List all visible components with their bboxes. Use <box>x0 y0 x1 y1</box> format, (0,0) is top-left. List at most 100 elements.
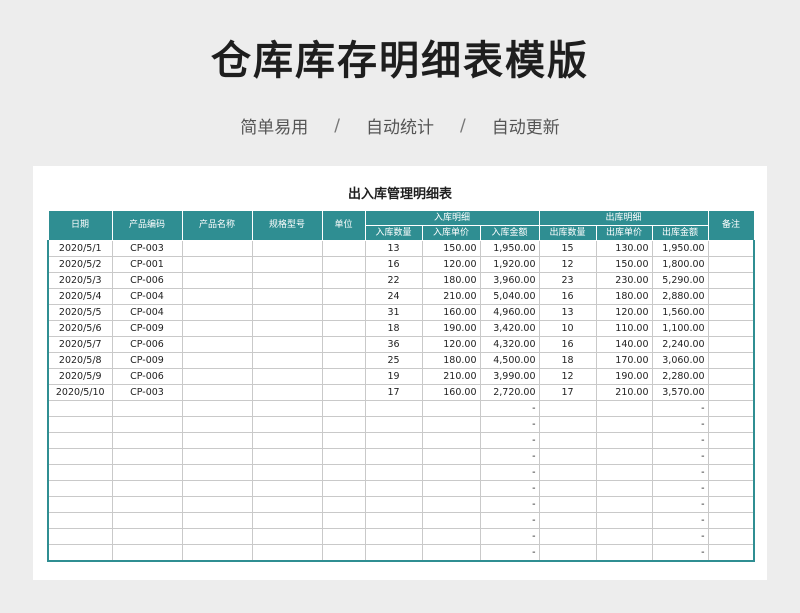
cell-product-code[interactable]: CP-009 <box>111 320 183 337</box>
cell-remark[interactable] <box>707 480 756 497</box>
cell-in-price[interactable] <box>421 544 481 562</box>
cell-unit[interactable] <box>321 256 366 273</box>
cell-product-code[interactable] <box>111 464 183 481</box>
cell-in-amount[interactable]: - <box>479 432 540 449</box>
cell-in-price[interactable] <box>421 496 481 513</box>
cell-in-qty[interactable]: 36 <box>364 336 423 353</box>
cell-out-qty[interactable]: 13 <box>538 304 597 321</box>
cell-in-price[interactable] <box>421 464 481 481</box>
cell-in-qty[interactable] <box>364 512 423 529</box>
cell-product-name[interactable] <box>181 400 253 417</box>
cell-date[interactable] <box>47 448 113 465</box>
cell-remark[interactable] <box>707 512 756 529</box>
cell-date[interactable] <box>47 432 113 449</box>
cell-spec[interactable] <box>251 352 323 369</box>
cell-out-amount[interactable]: 3,570.00 <box>651 384 709 401</box>
cell-spec[interactable] <box>251 288 323 305</box>
cell-unit[interactable] <box>321 304 366 321</box>
cell-date[interactable] <box>47 480 113 497</box>
cell-in-price[interactable] <box>421 416 481 433</box>
cell-out-price[interactable]: 170.00 <box>595 352 653 369</box>
cell-product-name[interactable] <box>181 512 253 529</box>
cell-out-price[interactable]: 140.00 <box>595 336 653 353</box>
cell-unit[interactable] <box>321 288 366 305</box>
cell-product-name[interactable] <box>181 416 253 433</box>
cell-spec[interactable] <box>251 320 323 337</box>
cell-unit[interactable] <box>321 544 366 562</box>
cell-in-qty[interactable]: 22 <box>364 272 423 289</box>
cell-out-price[interactable] <box>595 544 653 562</box>
cell-product-code[interactable] <box>111 400 183 417</box>
cell-in-price[interactable]: 160.00 <box>421 304 481 321</box>
cell-spec[interactable] <box>251 304 323 321</box>
cell-remark[interactable] <box>707 544 756 562</box>
cell-unit[interactable] <box>321 464 366 481</box>
cell-out-qty[interactable] <box>538 448 597 465</box>
cell-out-amount[interactable]: - <box>651 544 709 562</box>
cell-unit[interactable] <box>321 400 366 417</box>
cell-out-price[interactable] <box>595 464 653 481</box>
cell-spec[interactable] <box>251 416 323 433</box>
cell-out-amount[interactable]: - <box>651 480 709 497</box>
cell-out-price[interactable]: 130.00 <box>595 240 653 257</box>
cell-product-code[interactable]: CP-004 <box>111 288 183 305</box>
cell-out-price[interactable]: 120.00 <box>595 304 653 321</box>
cell-date[interactable] <box>47 512 113 529</box>
cell-product-name[interactable] <box>181 544 253 562</box>
cell-product-code[interactable] <box>111 544 183 562</box>
cell-spec[interactable] <box>251 432 323 449</box>
cell-product-name[interactable] <box>181 336 253 353</box>
cell-out-price[interactable] <box>595 448 653 465</box>
cell-out-price[interactable]: 190.00 <box>595 368 653 385</box>
cell-remark[interactable] <box>707 528 756 545</box>
cell-out-qty[interactable] <box>538 512 597 529</box>
cell-out-qty[interactable] <box>538 432 597 449</box>
cell-in-amount[interactable]: - <box>479 480 540 497</box>
cell-out-price[interactable]: 110.00 <box>595 320 653 337</box>
cell-out-price[interactable] <box>595 512 653 529</box>
cell-in-price[interactable]: 120.00 <box>421 256 481 273</box>
cell-remark[interactable] <box>707 432 756 449</box>
cell-product-code[interactable] <box>111 496 183 513</box>
cell-out-price[interactable]: 150.00 <box>595 256 653 273</box>
cell-remark[interactable] <box>707 448 756 465</box>
cell-out-amount[interactable]: - <box>651 416 709 433</box>
cell-out-amount[interactable]: 1,560.00 <box>651 304 709 321</box>
cell-product-name[interactable] <box>181 480 253 497</box>
cell-out-qty[interactable]: 16 <box>538 336 597 353</box>
cell-remark[interactable] <box>707 320 756 337</box>
cell-spec[interactable] <box>251 256 323 273</box>
cell-product-name[interactable] <box>181 432 253 449</box>
cell-unit[interactable] <box>321 240 366 257</box>
cell-out-amount[interactable]: - <box>651 448 709 465</box>
cell-in-price[interactable]: 210.00 <box>421 368 481 385</box>
cell-in-qty[interactable] <box>364 480 423 497</box>
cell-date[interactable] <box>47 400 113 417</box>
cell-out-qty[interactable] <box>538 480 597 497</box>
cell-product-name[interactable] <box>181 304 253 321</box>
cell-remark[interactable] <box>707 336 756 353</box>
cell-remark[interactable] <box>707 416 756 433</box>
cell-product-name[interactable] <box>181 320 253 337</box>
cell-unit[interactable] <box>321 416 366 433</box>
cell-out-qty[interactable] <box>538 496 597 513</box>
cell-out-amount[interactable]: 1,100.00 <box>651 320 709 337</box>
cell-in-amount[interactable]: 2,720.00 <box>479 384 540 401</box>
cell-remark[interactable] <box>707 256 756 273</box>
cell-product-code[interactable] <box>111 448 183 465</box>
cell-in-qty[interactable]: 18 <box>364 320 423 337</box>
cell-date[interactable]: 2020/5/1 <box>47 240 113 257</box>
cell-in-amount[interactable]: - <box>479 512 540 529</box>
cell-unit[interactable] <box>321 384 366 401</box>
cell-in-price[interactable] <box>421 528 481 545</box>
cell-date[interactable]: 2020/5/5 <box>47 304 113 321</box>
cell-in-amount[interactable]: 3,990.00 <box>479 368 540 385</box>
cell-unit[interactable] <box>321 336 366 353</box>
cell-product-code[interactable]: CP-006 <box>111 336 183 353</box>
cell-product-name[interactable] <box>181 256 253 273</box>
cell-remark[interactable] <box>707 240 756 257</box>
cell-out-qty[interactable] <box>538 544 597 562</box>
cell-in-qty[interactable] <box>364 496 423 513</box>
cell-product-name[interactable] <box>181 384 253 401</box>
cell-product-name[interactable] <box>181 368 253 385</box>
